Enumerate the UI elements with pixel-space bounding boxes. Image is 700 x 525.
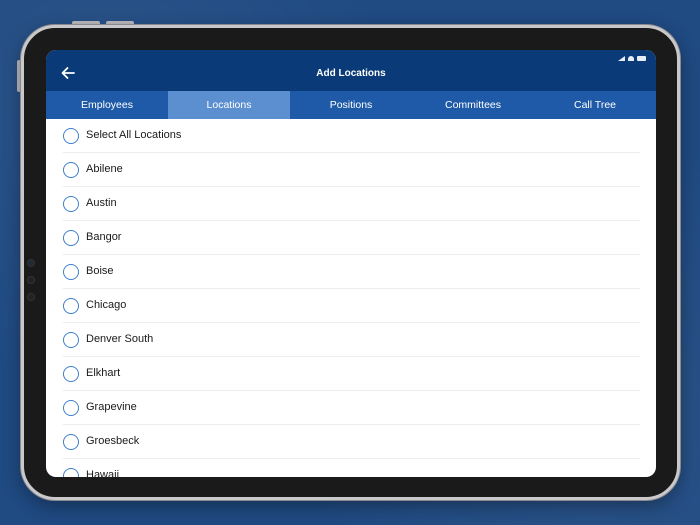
sensor-dot [27, 276, 35, 284]
list-item[interactable]: Groesbeck [63, 425, 640, 459]
select-all-row[interactable]: Select All Locations [63, 119, 640, 153]
list-item[interactable]: Chicago [63, 289, 640, 323]
radio-unchecked-icon[interactable] [63, 434, 79, 450]
locations-list: Select All Locations Abilene Austin Bang… [46, 119, 656, 477]
list-item[interactable]: Denver South [63, 323, 640, 357]
radio-unchecked-icon[interactable] [63, 128, 79, 144]
radio-unchecked-icon[interactable] [63, 230, 79, 246]
list-item[interactable]: Austin [63, 187, 640, 221]
list-item-label: Elkhart [86, 367, 121, 379]
sensor-dot [27, 293, 35, 301]
navigation-bar: Add Locations [46, 50, 656, 91]
tab-employees[interactable]: Employees [46, 91, 168, 119]
list-item-label: Hawaii [86, 469, 120, 477]
radio-unchecked-icon[interactable] [63, 298, 79, 314]
radio-unchecked-icon[interactable] [63, 400, 79, 416]
list-item-label: Bangor [86, 231, 122, 243]
battery-icon [637, 56, 646, 61]
list-item[interactable]: Abilene [63, 153, 640, 187]
radio-unchecked-icon[interactable] [63, 366, 79, 382]
list-item[interactable]: Elkhart [63, 357, 640, 391]
radio-unchecked-icon[interactable] [63, 196, 79, 212]
list-item-label: Abilene [86, 163, 123, 175]
radio-unchecked-icon[interactable] [63, 468, 79, 477]
list-item-label: Boise [86, 265, 114, 277]
list-item-label: Select All Locations [86, 129, 182, 141]
tab-call-tree[interactable]: Call Tree [534, 91, 656, 119]
list-item-label: Chicago [86, 299, 127, 311]
tab-positions[interactable]: Positions [290, 91, 412, 119]
list-item[interactable]: Boise [63, 255, 640, 289]
list-item[interactable]: Hawaii [63, 459, 640, 477]
tab-bar: Employees Locations Positions Committees… [46, 91, 656, 119]
page-title: Add Locations [316, 68, 386, 79]
list-item[interactable]: Grapevine [63, 391, 640, 425]
radio-unchecked-icon[interactable] [63, 332, 79, 348]
signal-icon [618, 56, 625, 61]
camera-icon [27, 259, 35, 267]
list-item-label: Austin [86, 197, 117, 209]
list-item-label: Grapevine [86, 401, 137, 413]
list-item-label: Groesbeck [86, 435, 140, 447]
radio-unchecked-icon[interactable] [63, 162, 79, 178]
wifi-icon [628, 56, 634, 61]
radio-unchecked-icon[interactable] [63, 264, 79, 280]
list-item[interactable]: Bangor [63, 221, 640, 255]
app-screen: Add Locations Employees Locations Positi… [46, 50, 656, 477]
tab-committees[interactable]: Committees [412, 91, 534, 119]
list-item-label: Denver South [86, 333, 154, 345]
status-bar [618, 56, 646, 61]
tab-locations[interactable]: Locations [168, 91, 290, 119]
